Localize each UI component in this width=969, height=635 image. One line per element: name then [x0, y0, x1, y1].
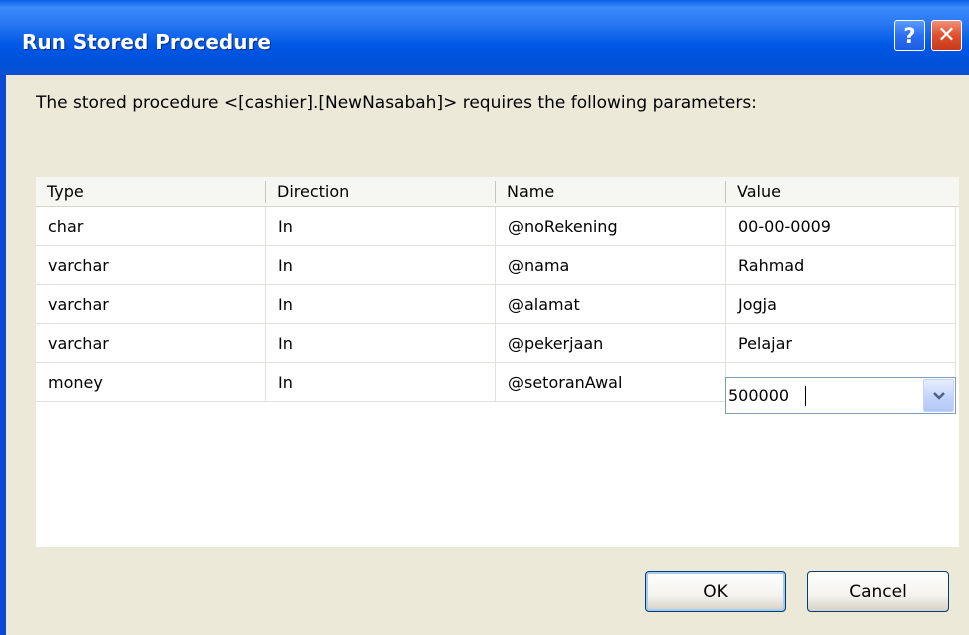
value-combo-editor[interactable] — [725, 377, 956, 414]
table-row[interactable]: char In @noRekening 00-00-0009 — [36, 207, 959, 246]
ok-button[interactable]: OK — [645, 571, 786, 612]
cell-direction: In — [266, 324, 496, 363]
parameters-grid[interactable]: Type Direction Name Value char In @noRek… — [36, 177, 959, 547]
cell-type: varchar — [36, 246, 266, 285]
cell-type: varchar — [36, 285, 266, 324]
text-caret — [805, 386, 806, 406]
table-row[interactable]: varchar In @nama Rahmad — [36, 246, 959, 285]
cell-type: char — [36, 207, 266, 246]
grid-header: Type Direction Name Value — [36, 177, 959, 207]
help-button[interactable]: ? — [894, 20, 925, 51]
cell-value[interactable]: Pelajar — [726, 324, 956, 363]
window-title: Run Stored Procedure — [22, 30, 271, 54]
cell-name: @pekerjaan — [496, 324, 726, 363]
close-button[interactable]: ✕ — [931, 20, 962, 51]
cell-type: money — [36, 363, 266, 402]
cell-direction: In — [266, 207, 496, 246]
cell-name: @nama — [496, 246, 726, 285]
table-row[interactable]: varchar In @alamat Jogja — [36, 285, 959, 324]
cell-name: @alamat — [496, 285, 726, 324]
chevron-down-icon — [932, 391, 945, 400]
title-bar[interactable]: Run Stored Procedure ? ✕ — [0, 0, 969, 75]
cell-direction: In — [266, 285, 496, 324]
cell-value[interactable]: Rahmad — [726, 246, 956, 285]
run-stored-procedure-dialog: Run Stored Procedure ? ✕ The stored proc… — [0, 0, 969, 635]
value-input[interactable] — [726, 378, 923, 413]
help-icon: ? — [903, 23, 916, 48]
cell-name: @noRekening — [496, 207, 726, 246]
window-frame-left — [0, 75, 6, 635]
cell-value[interactable]: 00-00-0009 — [726, 207, 956, 246]
dropdown-button[interactable] — [923, 379, 954, 412]
close-icon: ✕ — [937, 23, 956, 48]
column-header-name[interactable]: Name — [496, 177, 725, 207]
column-header-direction[interactable]: Direction — [266, 177, 495, 207]
cancel-button[interactable]: Cancel — [807, 571, 949, 612]
cell-direction: In — [266, 363, 496, 402]
table-row[interactable]: varchar In @pekerjaan Pelajar — [36, 324, 959, 363]
prompt-text: The stored procedure <[cashier].[NewNasa… — [36, 93, 757, 113]
cell-name: @setoranAwal — [496, 363, 726, 402]
column-header-value[interactable]: Value — [726, 177, 956, 207]
cell-type: varchar — [36, 324, 266, 363]
column-header-type[interactable]: Type — [36, 177, 265, 207]
cell-direction: In — [266, 246, 496, 285]
cell-value[interactable]: Jogja — [726, 285, 956, 324]
